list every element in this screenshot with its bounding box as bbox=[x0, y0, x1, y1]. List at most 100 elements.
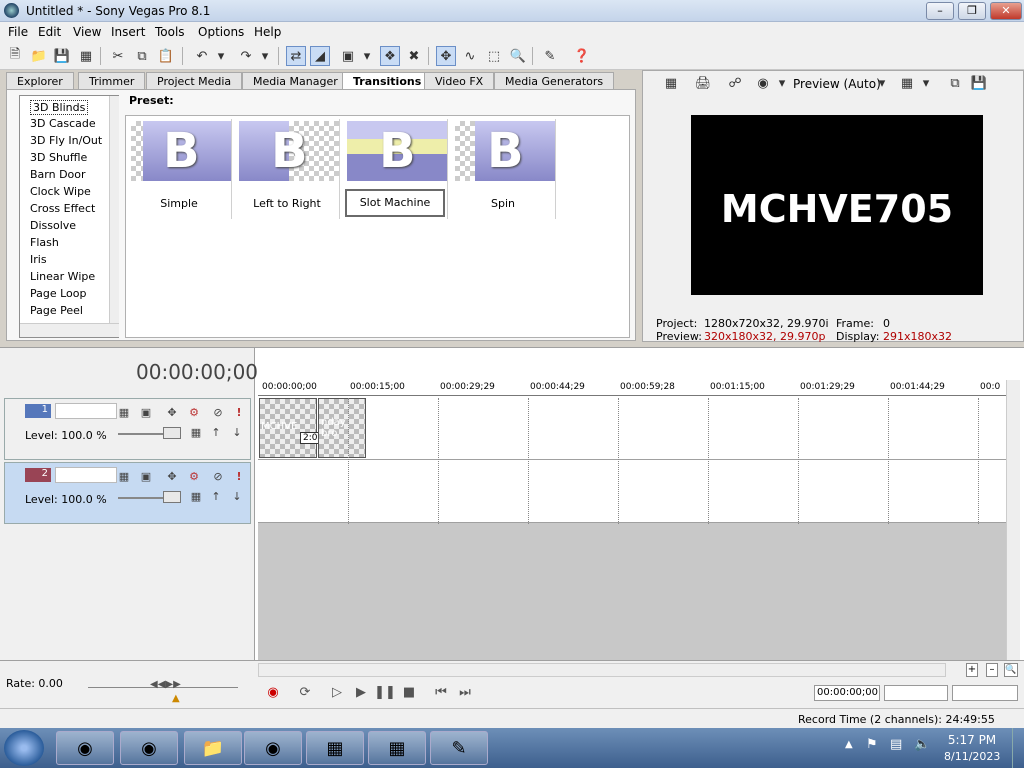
list-item[interactable]: 3D Fly In/Out bbox=[30, 134, 102, 147]
arrow-up-icon[interactable]: ↑ bbox=[209, 489, 223, 503]
snapping-icon[interactable]: ❖ bbox=[380, 46, 400, 66]
video-fx-icon[interactable]: ☍ bbox=[725, 73, 745, 93]
go-to-end-icon[interactable]: ⏭ bbox=[456, 684, 474, 700]
lock-envelopes-icon[interactable]: ◢ bbox=[310, 46, 330, 66]
timeline-empty-area[interactable] bbox=[258, 523, 1006, 661]
selection-start-field[interactable] bbox=[884, 685, 948, 701]
list-item[interactable]: 3D Shuffle bbox=[30, 151, 87, 164]
preview-properties-icon[interactable]: ▦ bbox=[661, 73, 681, 93]
show-desktop-button[interactable] bbox=[1012, 728, 1024, 768]
zoom-in-button[interactable]: + bbox=[966, 663, 978, 677]
arrow-down-icon[interactable]: ↓ bbox=[230, 489, 244, 503]
list-item[interactable]: 3D Blinds bbox=[30, 100, 89, 115]
chrome-icon[interactable]: ◉ bbox=[56, 731, 114, 765]
vegas-app-icon[interactable] bbox=[4, 3, 19, 18]
record-icon[interactable]: ◉ bbox=[264, 684, 282, 700]
track-motion-icon[interactable]: ✥ bbox=[165, 469, 179, 483]
redo-icon[interactable]: ↷ bbox=[236, 46, 256, 66]
stop-icon[interactable]: ■ bbox=[400, 684, 418, 700]
make-compositing-child-icon[interactable]: ▣ bbox=[139, 469, 153, 483]
menu-edit[interactable]: Edit bbox=[38, 25, 61, 39]
mute-icon[interactable]: ⊘ bbox=[211, 469, 225, 483]
clock-time[interactable]: 5:17 PM bbox=[944, 733, 1000, 747]
selection-length-field[interactable] bbox=[952, 685, 1018, 701]
notepad-plus-icon[interactable]: ✎ bbox=[430, 731, 488, 765]
transitions-list[interactable]: 3D Blinds 3D Cascade 3D Fly In/Out 3D Sh… bbox=[19, 95, 119, 338]
solo-icon[interactable]: ! bbox=[232, 469, 246, 483]
cursor-position-field[interactable]: 00:00:00;00 bbox=[814, 685, 880, 701]
composite-mode-icon[interactable]: ▦ bbox=[117, 405, 131, 419]
zoom-out-button[interactable]: – bbox=[986, 663, 998, 677]
zoom-icon[interactable]: 🔍 bbox=[1004, 663, 1018, 677]
firefox-icon[interactable]: ◉ bbox=[120, 731, 178, 765]
list-item[interactable]: Page Loop bbox=[30, 287, 87, 300]
cut-icon[interactable]: ✂ bbox=[108, 46, 128, 66]
track-fx-icon[interactable]: ⚙ bbox=[187, 469, 201, 483]
mute-icon[interactable]: ⊘ bbox=[211, 405, 225, 419]
list-horizontal-scrollbar[interactable] bbox=[20, 323, 119, 337]
split-screen-icon[interactable]: ◉ bbox=[753, 73, 773, 93]
tab-project-media[interactable]: Project Media bbox=[146, 72, 243, 90]
minimize-button[interactable]: – bbox=[926, 2, 954, 20]
undo-icon[interactable]: ↶ bbox=[192, 46, 212, 66]
chevron-down-icon[interactable]: ▾ bbox=[214, 46, 228, 66]
maximize-button[interactable]: ❐ bbox=[958, 2, 986, 20]
preview-quality-select[interactable]: Preview (Auto) bbox=[793, 77, 881, 91]
crossfade-icon[interactable]: ✖ bbox=[404, 46, 424, 66]
slider-handle[interactable] bbox=[163, 491, 181, 503]
external-monitor-icon[interactable]: 🖨 bbox=[693, 73, 713, 93]
tab-media-generators[interactable]: Media Generators bbox=[494, 72, 615, 90]
track-name-field[interactable] bbox=[55, 467, 117, 483]
menu-view[interactable]: View bbox=[73, 25, 101, 39]
track-lane-1[interactable]: MCHVE 2:00 nday bro bbox=[258, 398, 1006, 460]
auto-ripple-icon[interactable]: ⇄ bbox=[286, 46, 306, 66]
list-item[interactable]: Barn Door bbox=[30, 168, 86, 181]
list-item[interactable]: Flash bbox=[30, 236, 59, 249]
menu-insert[interactable]: Insert bbox=[111, 25, 145, 39]
envelope-tool-icon[interactable]: ∿ bbox=[460, 46, 480, 66]
paste-icon[interactable]: 📋 bbox=[156, 46, 176, 66]
play-icon[interactable]: ▶ bbox=[352, 684, 370, 700]
new-icon[interactable]: 🗎 bbox=[5, 46, 25, 66]
capture-app-icon[interactable]: ▦ bbox=[368, 731, 426, 765]
show-hidden-icons[interactable]: ▲ bbox=[845, 739, 853, 750]
video-clip[interactable]: MCHVE bbox=[259, 398, 317, 458]
rate-slider-handle[interactable]: ◀◀▶▶ bbox=[150, 679, 181, 690]
arrow-down-icon[interactable]: ↓ bbox=[230, 425, 244, 439]
start-button[interactable] bbox=[4, 730, 44, 766]
action-center-icon[interactable]: ⚑ bbox=[866, 737, 878, 752]
vegas-taskbar-icon[interactable]: ▦ bbox=[306, 731, 364, 765]
slider-handle[interactable] bbox=[163, 427, 181, 439]
timeline-ruler[interactable]: 00:00:00;00 00:00:15;00 00:00:29;29 00:0… bbox=[258, 380, 1006, 396]
volume-muted-icon[interactable]: 🔈 bbox=[914, 737, 930, 752]
network-icon[interactable]: ▤ bbox=[890, 737, 902, 752]
list-item[interactable]: Page Peel bbox=[30, 304, 83, 317]
menu-file[interactable]: File bbox=[8, 25, 28, 39]
list-item[interactable]: Clock Wipe bbox=[30, 185, 91, 198]
chevron-down-icon[interactable]: ▾ bbox=[258, 46, 272, 66]
chevron-down-icon[interactable]: ▾ bbox=[775, 73, 789, 93]
expand-keyframes-icon[interactable]: ▦ bbox=[189, 425, 203, 439]
tab-trimmer[interactable]: Trimmer bbox=[78, 72, 146, 90]
track-header-1[interactable]: 1 ▦ ▣ ✥ ⚙ ⊘ ! Level: 100.0 % ▦ ↑ ↓ bbox=[4, 398, 251, 460]
whats-this-help-icon[interactable]: ❓ bbox=[572, 46, 592, 66]
media-player-icon[interactable]: ◉ bbox=[244, 731, 302, 765]
tab-explorer[interactable]: Explorer bbox=[6, 72, 74, 90]
track-header-2[interactable]: 2 ▦ ▣ ✥ ⚙ ⊘ ! Level: 100.0 % ▦ ↑ ↓ bbox=[4, 462, 251, 524]
make-compositing-child-icon[interactable]: ▣ bbox=[139, 405, 153, 419]
tab-media-manager[interactable]: Media Manager bbox=[242, 72, 349, 90]
list-item[interactable]: Iris bbox=[30, 253, 47, 266]
save-icon[interactable]: 💾 bbox=[52, 46, 72, 66]
save-snapshot-icon[interactable]: 💾 bbox=[969, 73, 989, 93]
menu-help[interactable]: Help bbox=[254, 25, 281, 39]
open-icon[interactable]: 📁 bbox=[29, 46, 49, 66]
preset-spin[interactable]: B Spin bbox=[450, 119, 556, 219]
list-vertical-scrollbar[interactable] bbox=[109, 96, 119, 323]
preset-simple[interactable]: B Simple bbox=[126, 119, 232, 219]
menu-tools[interactable]: Tools bbox=[155, 25, 185, 39]
ignore-grouping-icon[interactable]: ▣ bbox=[338, 46, 358, 66]
render-icon[interactable]: ▦ bbox=[76, 46, 96, 66]
expand-keyframes-icon[interactable]: ▦ bbox=[189, 489, 203, 503]
composite-mode-icon[interactable]: ▦ bbox=[117, 469, 131, 483]
video-clip[interactable]: nday bro bbox=[318, 398, 366, 458]
